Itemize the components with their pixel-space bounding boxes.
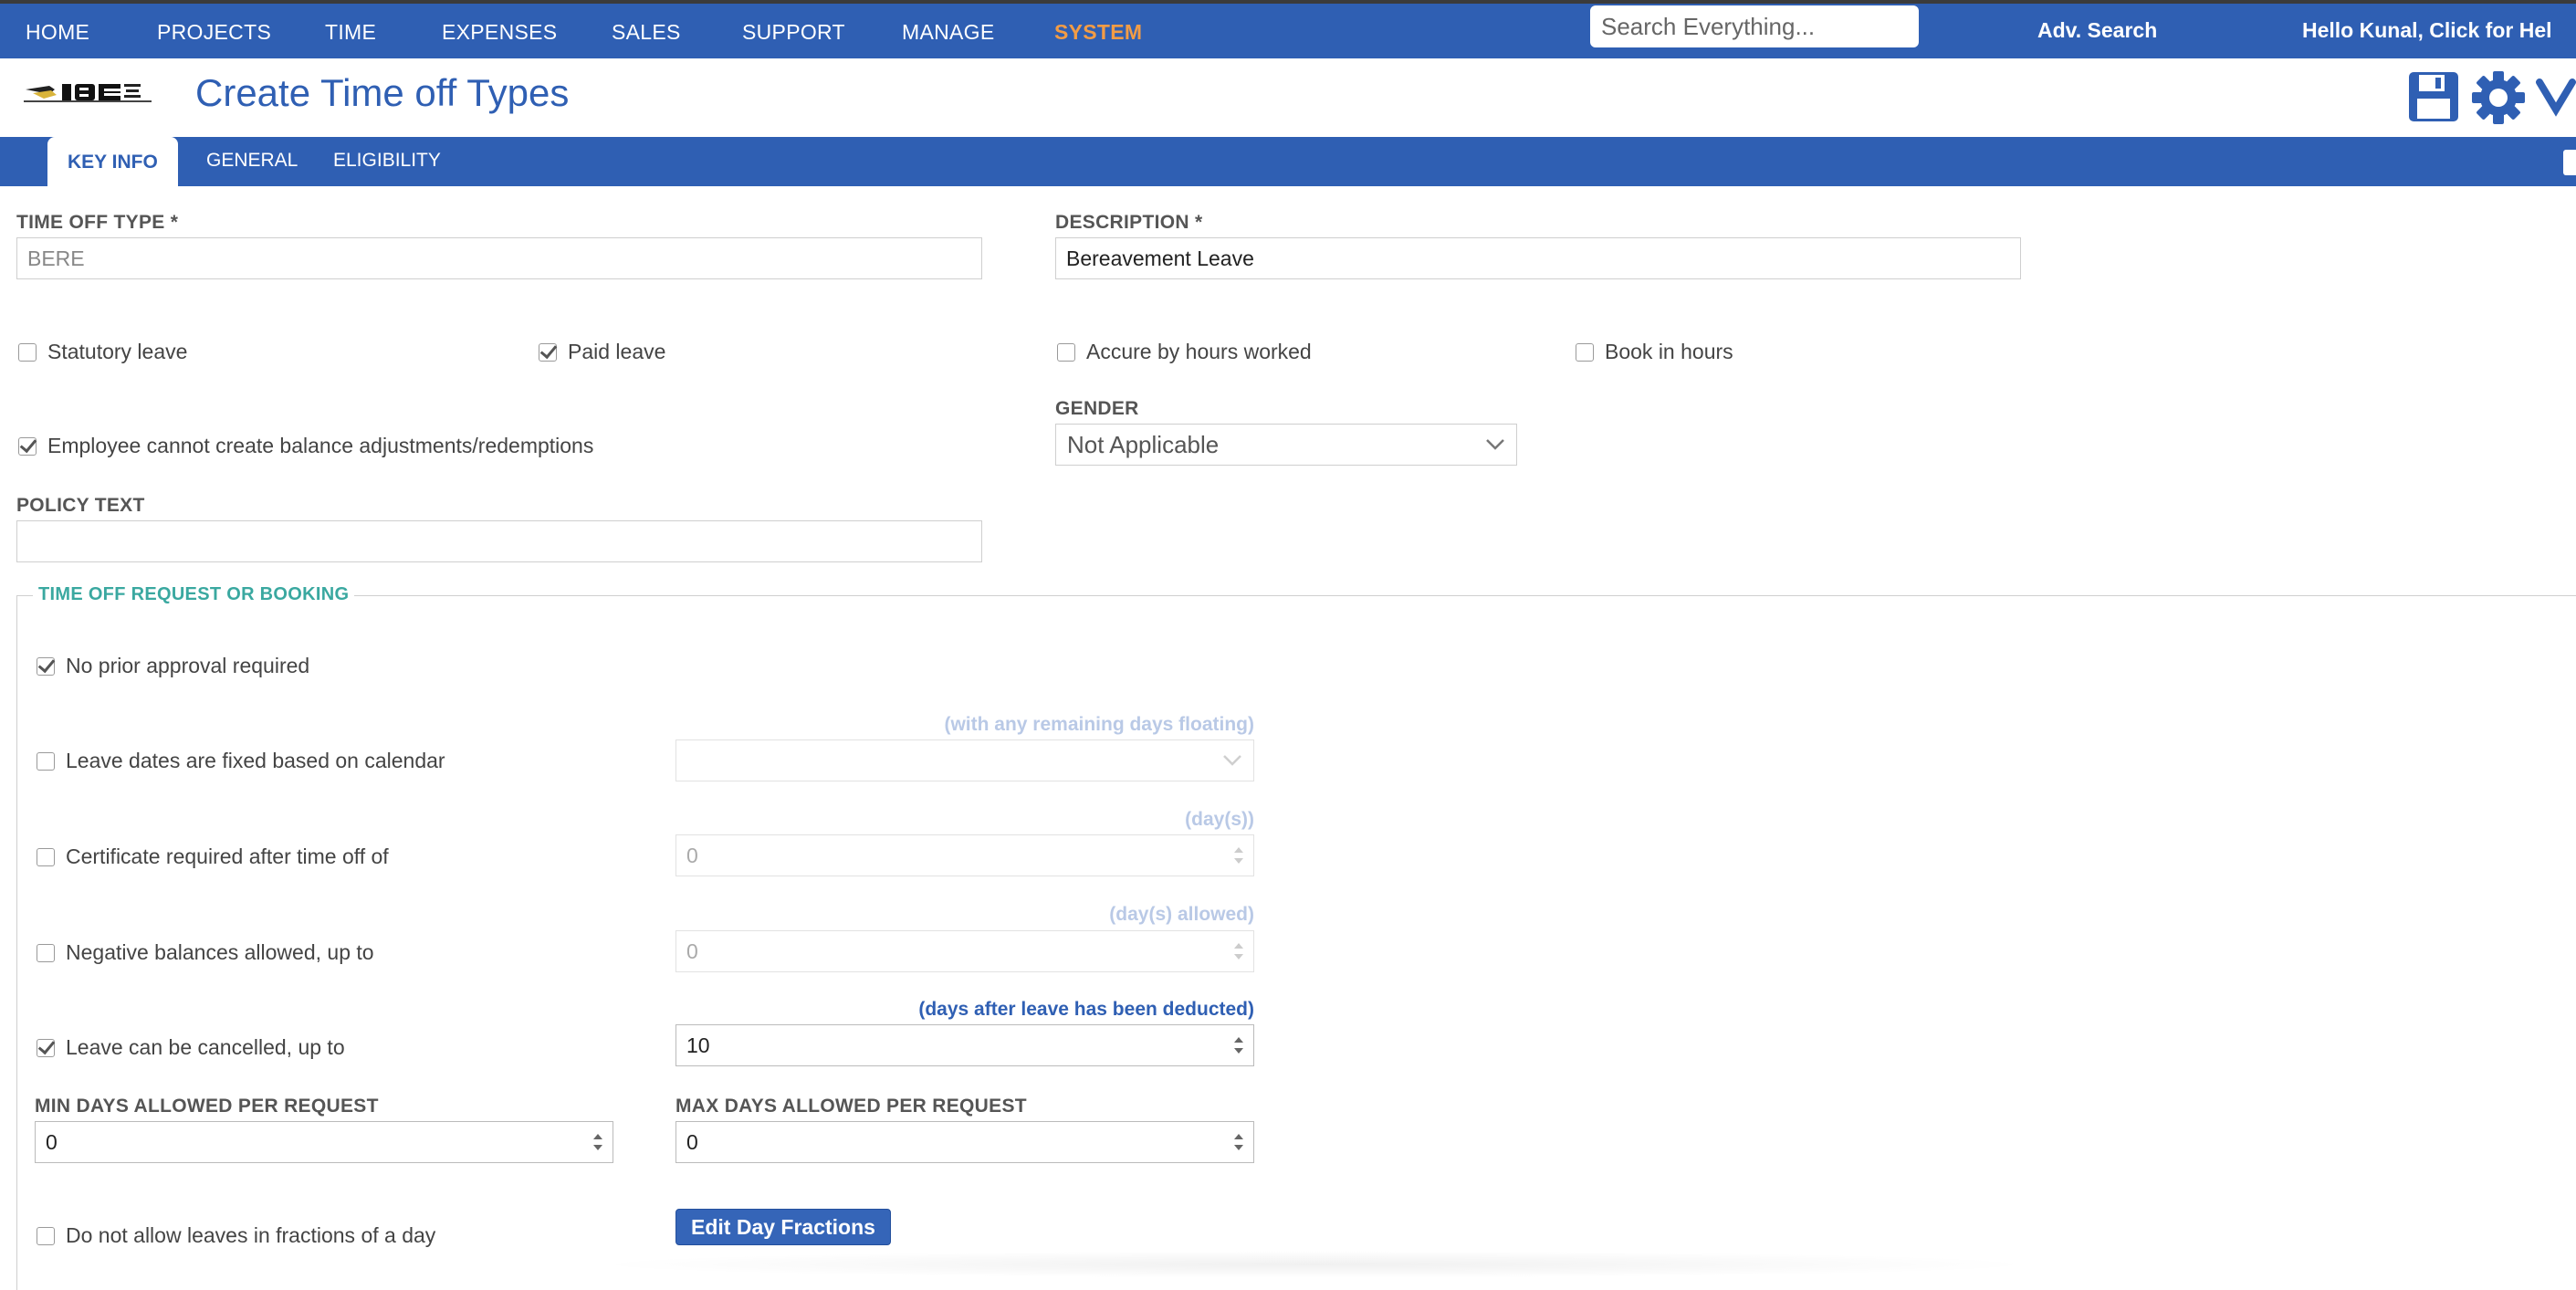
max-days-value: 0 bbox=[686, 1130, 698, 1154]
cancel-leave-checkbox[interactable]: Leave can be cancelled, up to bbox=[37, 1035, 345, 1060]
nav-home[interactable]: HOME bbox=[26, 20, 89, 45]
negative-balance-input[interactable]: 0 bbox=[675, 930, 1254, 972]
negative-balance-value: 0 bbox=[686, 939, 698, 963]
nav-system[interactable]: SYSTEM bbox=[1054, 20, 1142, 45]
spinner-arrows-icon[interactable] bbox=[592, 1130, 603, 1154]
cancel-days-input[interactable]: 10 bbox=[675, 1024, 1254, 1066]
max-days-label: MAX DAYS ALLOWED PER REQUEST bbox=[675, 1096, 1027, 1117]
checkbox-box[interactable] bbox=[18, 342, 37, 362]
checkbox-box[interactable] bbox=[37, 751, 55, 771]
cancel-hint: (days after leave has been deducted) bbox=[918, 999, 1254, 1020]
nav-expenses[interactable]: EXPENSES bbox=[442, 20, 557, 45]
chevron-down-icon bbox=[1486, 439, 1504, 450]
checkbox-box[interactable] bbox=[37, 847, 55, 866]
book-in-hours-checkbox[interactable]: Book in hours bbox=[1576, 340, 1733, 364]
section-legend: TIME OFF REQUEST OR BOOKING bbox=[33, 584, 355, 605]
description-label: DESCRIPTION * bbox=[1055, 212, 1203, 233]
paid-leave-label: Paid leave bbox=[568, 340, 666, 363]
cancel-leave-label: Leave can be cancelled, up to bbox=[66, 1035, 345, 1059]
nav-manage[interactable]: MANAGE bbox=[902, 20, 994, 45]
certificate-days-value: 0 bbox=[686, 844, 698, 867]
negative-balance-hint: (day(s) allowed) bbox=[1109, 904, 1254, 925]
time-off-request-section bbox=[16, 595, 2576, 1290]
no-prior-approval-checkbox[interactable]: No prior approval required bbox=[37, 654, 309, 678]
spinner-arrows-icon[interactable] bbox=[1233, 939, 1244, 963]
no-prior-approval-label: No prior approval required bbox=[66, 654, 310, 677]
paid-leave-checkbox[interactable]: Paid leave bbox=[539, 340, 665, 364]
checkbox-box[interactable] bbox=[18, 436, 37, 456]
no-fractions-label: Do not allow leaves in fractions of a da… bbox=[66, 1223, 436, 1247]
checkbox-box[interactable] bbox=[1057, 342, 1075, 362]
company-logo bbox=[24, 84, 152, 102]
page-title: Create Time off Types bbox=[195, 71, 570, 114]
min-days-input[interactable]: 0 bbox=[35, 1121, 613, 1163]
statutory-leave-label: Statutory leave bbox=[47, 340, 188, 363]
accrue-hours-label: Accure by hours worked bbox=[1086, 340, 1312, 363]
tab-bar: KEY INFO GENERAL ELIGIBILITY bbox=[0, 137, 2576, 186]
tab-eligibility[interactable]: ELIGIBILITY bbox=[333, 150, 441, 172]
top-nav-bar: HOME PROJECTS TIME EXPENSES SALES SUPPOR… bbox=[0, 0, 2576, 58]
chevron-down-icon[interactable] bbox=[2536, 75, 2576, 117]
cancel-days-value: 10 bbox=[686, 1033, 710, 1057]
nav-support[interactable]: SUPPORT bbox=[742, 20, 845, 45]
tab-general[interactable]: GENERAL bbox=[206, 150, 298, 172]
tab-key-info[interactable]: KEY INFO bbox=[47, 137, 178, 186]
user-greeting-link[interactable]: Hello Kunal, Click for Hel bbox=[2302, 18, 2552, 43]
bottom-shadow bbox=[584, 1251, 2045, 1278]
spinner-arrows-icon[interactable] bbox=[1233, 844, 1244, 867]
negative-balance-checkbox[interactable]: Negative balances allowed, up to bbox=[37, 940, 374, 965]
book-in-hours-label: Book in hours bbox=[1605, 340, 1733, 363]
gender-label: GENDER bbox=[1055, 398, 1139, 419]
gender-select[interactable]: Not Applicable bbox=[1055, 424, 1517, 466]
nav-time[interactable]: TIME bbox=[325, 20, 376, 45]
nav-projects[interactable]: PROJECTS bbox=[157, 20, 271, 45]
checkbox-box[interactable] bbox=[37, 1038, 55, 1057]
statutory-leave-checkbox[interactable]: Statutory leave bbox=[18, 340, 187, 364]
description-input[interactable]: Bereavement Leave bbox=[1055, 237, 2021, 279]
checkbox-box[interactable] bbox=[539, 342, 557, 362]
checkbox-box[interactable] bbox=[37, 656, 55, 676]
certificate-hint: (day(s)) bbox=[1185, 809, 1254, 830]
panel-toggle-handle[interactable] bbox=[2563, 150, 2576, 175]
certificate-label: Certificate required after time off of bbox=[66, 844, 389, 868]
max-days-input[interactable]: 0 bbox=[675, 1121, 1254, 1163]
gear-icon[interactable] bbox=[2470, 69, 2527, 126]
employee-cannot-adjust-checkbox[interactable]: Employee cannot create balance adjustmen… bbox=[18, 434, 593, 458]
chevron-down-icon bbox=[1223, 755, 1241, 766]
adv-search-link[interactable]: Adv. Search bbox=[2037, 18, 2157, 43]
no-fractions-checkbox[interactable]: Do not allow leaves in fractions of a da… bbox=[37, 1223, 435, 1248]
time-off-type-input[interactable]: BERE bbox=[16, 237, 982, 279]
policy-text-label: POLICY TEXT bbox=[16, 495, 145, 516]
edit-day-fractions-button[interactable]: Edit Day Fractions bbox=[675, 1209, 891, 1245]
fixed-dates-checkbox[interactable]: Leave dates are fixed based on calendar bbox=[37, 749, 445, 773]
negative-balance-label: Negative balances allowed, up to bbox=[66, 940, 374, 964]
certificate-days-input[interactable]: 0 bbox=[675, 834, 1254, 876]
fixed-dates-label: Leave dates are fixed based on calendar bbox=[66, 749, 445, 772]
checkbox-box[interactable] bbox=[37, 943, 55, 962]
accrue-hours-checkbox[interactable]: Accure by hours worked bbox=[1057, 340, 1312, 364]
spinner-arrows-icon[interactable] bbox=[1233, 1130, 1244, 1154]
min-days-value: 0 bbox=[46, 1130, 58, 1154]
fixed-dates-hint: (with any remaining days floating) bbox=[944, 714, 1254, 735]
policy-text-input[interactable] bbox=[16, 520, 982, 562]
nav-sales[interactable]: SALES bbox=[612, 20, 681, 45]
fixed-dates-select[interactable] bbox=[675, 739, 1254, 781]
gender-value: Not Applicable bbox=[1067, 431, 1220, 458]
save-icon[interactable] bbox=[2406, 69, 2461, 124]
employee-cannot-adjust-label: Employee cannot create balance adjustmen… bbox=[47, 434, 594, 457]
search-everything-input[interactable] bbox=[1590, 5, 1919, 47]
min-days-label: MIN DAYS ALLOWED PER REQUEST bbox=[35, 1096, 379, 1117]
time-off-type-label: TIME OFF TYPE * bbox=[16, 212, 179, 233]
checkbox-box[interactable] bbox=[1576, 342, 1594, 362]
checkbox-box[interactable] bbox=[37, 1226, 55, 1245]
certificate-checkbox[interactable]: Certificate required after time off of bbox=[37, 844, 389, 869]
spinner-arrows-icon[interactable] bbox=[1233, 1033, 1244, 1057]
